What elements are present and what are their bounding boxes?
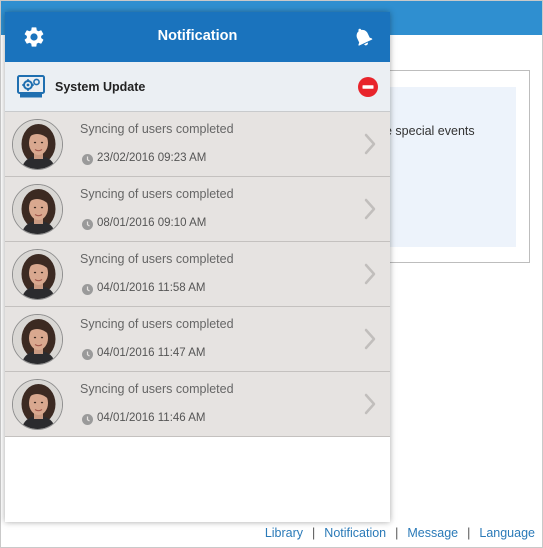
notification-item[interactable]: Syncing of users completed 04/01/2016 11…	[5, 372, 390, 437]
notification-panel: Notification System Update Syncing of us…	[5, 12, 390, 522]
notification-list: Syncing of users completed 23/02/2016 09…	[5, 112, 390, 437]
remove-icon[interactable]	[358, 77, 378, 102]
notification-message: Syncing of users completed	[80, 382, 234, 396]
avatar	[12, 249, 63, 300]
notification-message: Syncing of users completed	[80, 252, 234, 266]
panel-title: Notification	[157, 28, 238, 44]
avatar	[12, 314, 63, 365]
notification-message: Syncing of users completed	[80, 122, 234, 136]
footer-separator: |	[467, 526, 471, 540]
footer-separator: |	[395, 526, 399, 540]
notification-date: 04/01/2016 11:46 AM	[97, 412, 206, 424]
notification-message: Syncing of users completed	[80, 317, 234, 331]
footer-links: Library | Notification | Message | Language	[265, 526, 535, 540]
bell-icon[interactable]	[351, 25, 375, 54]
chevron-right-icon[interactable]	[364, 263, 376, 290]
notification-item[interactable]: Syncing of users completed 08/01/2016 09…	[5, 177, 390, 242]
monitor-settings-icon	[16, 74, 46, 105]
footer-link-message[interactable]: Message	[407, 526, 458, 540]
clock-icon	[82, 152, 93, 170]
notification-item[interactable]: Syncing of users completed 04/01/2016 11…	[5, 307, 390, 372]
notification-date: 23/02/2016 09:23 AM	[97, 152, 207, 164]
avatar	[12, 119, 63, 170]
background-card-text: e special events	[385, 124, 475, 138]
clock-icon	[82, 217, 93, 235]
system-update-row[interactable]: System Update	[5, 62, 390, 112]
notification-item[interactable]: Syncing of users completed 04/01/2016 11…	[5, 242, 390, 307]
footer-link-language[interactable]: Language	[479, 526, 535, 540]
notification-item[interactable]: Syncing of users completed 23/02/2016 09…	[5, 112, 390, 177]
footer-separator: |	[312, 526, 316, 540]
footer-link-notification[interactable]: Notification	[324, 526, 386, 540]
clock-icon	[82, 282, 93, 300]
chevron-right-icon[interactable]	[364, 198, 376, 225]
avatar	[12, 184, 63, 235]
notification-date: 04/01/2016 11:58 AM	[97, 282, 206, 294]
clock-icon	[82, 347, 93, 365]
footer-link-library[interactable]: Library	[265, 526, 303, 540]
notification-message: Syncing of users completed	[80, 187, 234, 201]
clock-icon	[82, 412, 93, 430]
chevron-right-icon[interactable]	[364, 328, 376, 355]
notification-date: 04/01/2016 11:47 AM	[97, 347, 206, 359]
notification-date: 08/01/2016 09:10 AM	[97, 217, 207, 229]
chevron-right-icon[interactable]	[364, 393, 376, 420]
chevron-right-icon[interactable]	[364, 133, 376, 160]
panel-header: Notification	[5, 12, 390, 62]
avatar	[12, 379, 63, 430]
system-update-label: System Update	[55, 80, 146, 94]
